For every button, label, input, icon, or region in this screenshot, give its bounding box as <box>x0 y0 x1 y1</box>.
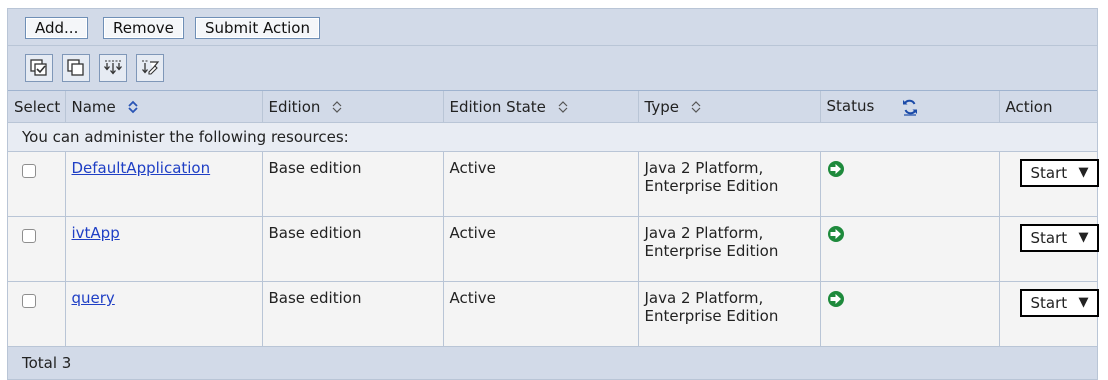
type-line: Enterprise Edition <box>644 307 779 325</box>
table-header-row: Select Name Edition Edition State Type S… <box>8 91 1097 123</box>
row-checkbox[interactable] <box>22 294 36 308</box>
name-cell: DefaultApplication <box>65 151 263 217</box>
dropdown-arrow-icon: ▼ <box>1078 295 1089 310</box>
remove-button[interactable]: Remove <box>103 17 184 39</box>
column-label: Select <box>14 97 61 116</box>
edition-state-cell: Active <box>443 151 639 217</box>
column-header-action: Action <box>999 91 1097 123</box>
action-select[interactable]: Start ▼ <box>1019 159 1099 187</box>
row-checkbox[interactable] <box>22 164 36 178</box>
application-link[interactable]: query <box>72 289 115 307</box>
column-header-select: Select <box>8 91 66 123</box>
application-link[interactable]: DefaultApplication <box>72 159 211 177</box>
column-header-name[interactable]: Name <box>65 91 263 123</box>
column-label: Action <box>1005 97 1053 116</box>
table-icon-toolbar <box>8 46 1097 91</box>
sort-icon[interactable] <box>690 100 702 114</box>
column-label: Type <box>644 97 679 116</box>
type-line: Enterprise Edition <box>644 177 779 195</box>
column-label: Edition <box>268 97 321 116</box>
action-cell: Start ▼ <box>999 151 1099 217</box>
table-footer: Total 3 <box>8 346 1097 379</box>
total-count: Total 3 <box>8 346 1097 379</box>
action-select-value: Start <box>1030 229 1068 247</box>
type-line: Java 2 Platform, <box>644 224 764 242</box>
action-select-value: Start <box>1030 294 1068 312</box>
select-all-icon[interactable] <box>25 54 53 82</box>
action-select-value: Start <box>1030 164 1068 182</box>
select-cell <box>8 281 66 347</box>
column-header-type[interactable]: Type <box>638 91 821 123</box>
table-row: query Base edition Active Java 2 Platfor… <box>8 281 1099 347</box>
edition-cell: Base edition <box>262 281 444 347</box>
type-line: Enterprise Edition <box>644 242 779 260</box>
action-toolbar: Add... Remove Submit Action <box>8 9 1097 46</box>
column-label: Edition State <box>449 97 546 116</box>
dropdown-arrow-icon: ▼ <box>1078 165 1089 180</box>
refresh-status-icon[interactable] <box>901 98 919 116</box>
type-line: Java 2 Platform, <box>644 289 764 307</box>
name-cell: query <box>65 281 263 347</box>
status-cell <box>820 216 1000 282</box>
type-cell: Java 2 Platform, Enterprise Edition <box>638 281 821 347</box>
deselect-all-icon[interactable] <box>62 54 90 82</box>
application-table-panel: Add... Remove Submit Action Select Name … <box>7 8 1099 380</box>
table-row: DefaultApplication Base edition Active J… <box>8 151 1099 217</box>
add-button[interactable]: Add... <box>25 17 89 39</box>
action-select[interactable]: Start ▼ <box>1019 289 1099 317</box>
edition-cell: Base edition <box>262 216 444 282</box>
edition-state-cell: Active <box>443 216 639 282</box>
edition-state-cell: Active <box>443 281 639 347</box>
column-header-status: Status <box>820 91 1000 123</box>
applications-table: Select Name Edition Edition State Type S… <box>8 91 1099 379</box>
column-header-edition-state[interactable]: Edition State <box>443 91 639 123</box>
started-arrow-icon <box>827 226 844 242</box>
select-cell <box>8 151 66 217</box>
column-label: Name <box>71 97 116 116</box>
type-cell: Java 2 Platform, Enterprise Edition <box>638 151 821 217</box>
dropdown-arrow-icon: ▼ <box>1078 230 1089 245</box>
started-arrow-icon <box>827 291 844 307</box>
row-checkbox[interactable] <box>22 229 36 243</box>
expand-all-icon[interactable] <box>99 54 127 82</box>
select-cell <box>8 216 66 282</box>
resources-message: You can administer the following resourc… <box>8 122 1097 152</box>
edition-cell: Base edition <box>262 151 444 217</box>
started-arrow-icon <box>827 161 844 177</box>
status-cell <box>820 151 1000 217</box>
application-link[interactable]: ivtApp <box>72 224 120 242</box>
type-line: Java 2 Platform, <box>644 159 764 177</box>
name-cell: ivtApp <box>65 216 263 282</box>
action-select[interactable]: Start ▼ <box>1019 224 1099 252</box>
status-cell <box>820 281 1000 347</box>
column-label: Status <box>826 97 875 116</box>
sort-icon[interactable] <box>557 100 569 114</box>
show-filter-icon[interactable] <box>136 54 164 82</box>
action-cell: Start ▼ <box>999 216 1099 282</box>
action-cell: Start ▼ <box>999 281 1099 347</box>
sort-icon[interactable] <box>331 100 343 114</box>
column-header-edition[interactable]: Edition <box>262 91 444 123</box>
table-row: ivtApp Base edition Active Java 2 Platfo… <box>8 216 1099 282</box>
submit-action-button[interactable]: Submit Action <box>195 17 320 39</box>
message-row: You can administer the following resourc… <box>8 122 1097 152</box>
type-cell: Java 2 Platform, Enterprise Edition <box>638 216 821 282</box>
sort-ascending-icon[interactable] <box>127 100 139 114</box>
